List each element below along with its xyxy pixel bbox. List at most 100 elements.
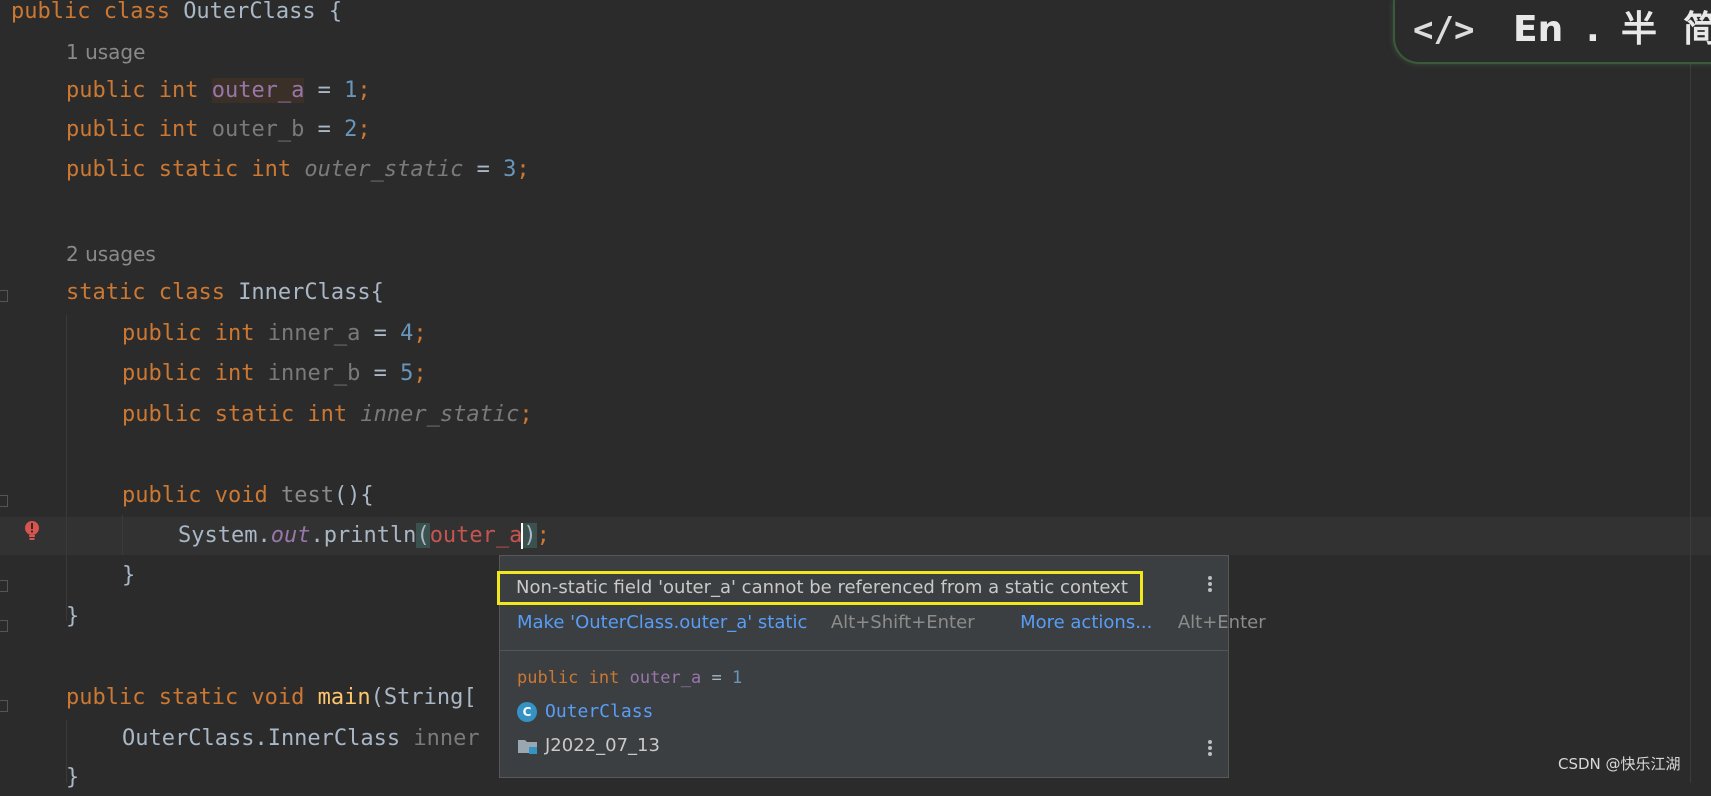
number-literal: 1	[731, 668, 743, 688]
type-reference: OuterClass.InnerClass	[122, 726, 414, 751]
containing-class-link[interactable]: C OuterClass	[517, 699, 653, 725]
error-tooltip-popup[interactable]: Non-static field 'outer_a' cannot be ref…	[497, 555, 1266, 778]
ime-width-toggle[interactable]: 半	[1621, 8, 1657, 52]
ime-language-toggle[interactable]: En	[1513, 8, 1563, 52]
method-call: .println	[310, 523, 417, 548]
fold-marker[interactable]	[0, 620, 8, 632]
fold-marker[interactable]	[0, 290, 8, 302]
more-options-icon[interactable]	[1207, 738, 1213, 758]
method-params: (){	[333, 483, 374, 508]
brace: {	[370, 280, 384, 305]
make-static-action[interactable]: Make 'OuterClass.outer_a' static	[517, 612, 807, 633]
code-mode-icon[interactable]: </>	[1413, 8, 1474, 52]
code-line[interactable]: }	[122, 558, 135, 594]
code-line[interactable]: public int outer_b = 2;	[66, 112, 371, 148]
number-literal: 2	[344, 117, 358, 142]
method-name: test	[280, 483, 334, 508]
indent-guide	[122, 515, 123, 555]
operator: =	[304, 78, 345, 103]
field-name: outer_a	[211, 78, 305, 103]
more-options-icon[interactable]	[1207, 574, 1213, 594]
keyword: public static int	[122, 402, 361, 427]
fold-marker[interactable]	[0, 495, 8, 507]
code-line[interactable]: }	[66, 599, 79, 635]
editor-gutter[interactable]	[0, 0, 10, 783]
brace: {	[315, 0, 343, 24]
semicolon: ;	[413, 361, 427, 386]
code-line[interactable]: public int inner_b = 5;	[122, 356, 427, 392]
paren: )	[523, 523, 537, 548]
semicolon: ;	[357, 78, 371, 103]
module-info: J2022_07_13	[517, 733, 660, 759]
operator: =	[701, 668, 732, 688]
code-line[interactable]: OuterClass.InnerClass inner	[122, 721, 480, 757]
class-name: OuterClass	[545, 701, 654, 722]
field-name: inner_b	[267, 361, 361, 386]
operator: =	[360, 361, 401, 386]
watermark: CSDN @快乐江湖	[1558, 755, 1681, 773]
class-name: OuterClass	[183, 0, 316, 24]
class-reference: System.	[178, 523, 271, 548]
semicolon: ;	[536, 523, 550, 548]
paren: (	[416, 523, 430, 548]
keyword: public static int	[66, 157, 305, 182]
semicolon: ;	[413, 321, 427, 346]
code-line[interactable]: public void test(){	[122, 478, 374, 514]
static-field-reference: out	[270, 523, 311, 548]
keyword: public static void	[66, 685, 318, 710]
field-name: outer_a	[629, 668, 702, 688]
operator: =	[360, 321, 401, 346]
popup-divider	[500, 650, 1228, 651]
editor-right-edge	[1690, 0, 1691, 783]
number-literal: 3	[503, 157, 517, 182]
usage-hint[interactable]: 1 usage	[66, 35, 145, 69]
keyword: public int	[66, 78, 212, 103]
field-name: inner_a	[267, 321, 361, 346]
fold-marker[interactable]	[0, 580, 8, 592]
number-literal: 4	[400, 321, 414, 346]
keyword: public int	[517, 668, 630, 688]
code-line[interactable]: static class InnerClass{	[66, 275, 384, 311]
make-static-shortcut: Alt+Shift+Enter	[830, 612, 975, 633]
keyword: public class	[11, 0, 184, 24]
operator: =	[463, 157, 504, 182]
variable-name: inner	[413, 726, 480, 751]
method-params: (String[	[370, 685, 477, 710]
more-actions-link[interactable]: More actions...	[1020, 612, 1152, 633]
module-folder-icon	[517, 737, 539, 755]
field-declaration: public int outer_a = 1	[517, 666, 742, 690]
code-line[interactable]: public int outer_a = 1;	[66, 73, 371, 109]
error-reference[interactable]: outer_a	[430, 523, 523, 548]
number-literal: 5	[400, 361, 414, 386]
field-name: outer_b	[211, 117, 305, 142]
code-line[interactable]: public static int inner_static;	[122, 397, 533, 433]
keyword: static class	[66, 280, 239, 305]
ime-toolbar[interactable]: </> En . 半 简	[1393, 0, 1711, 64]
semicolon: ;	[516, 157, 530, 182]
quick-fix-row: Make 'OuterClass.outer_a' static Alt+Shi…	[517, 608, 1266, 638]
static-field-name: outer_static	[304, 157, 464, 182]
number-literal: 1	[344, 78, 358, 103]
ime-script-toggle[interactable]: 简	[1683, 8, 1711, 52]
semicolon: ;	[519, 402, 533, 427]
fold-marker[interactable]	[0, 700, 8, 712]
code-line[interactable]: public class OuterClass {	[11, 0, 342, 30]
indent-guide	[66, 315, 67, 621]
code-line[interactable]: public static int outer_static = 3;	[66, 152, 530, 188]
static-field-name: inner_static	[360, 402, 520, 427]
operator: =	[304, 117, 345, 142]
usage-hint[interactable]: 2 usages	[66, 237, 156, 271]
code-line[interactable]: System.out.println(outer_a);	[178, 518, 550, 554]
code-line[interactable]: public static void main(String[	[66, 680, 477, 716]
ime-punctuation-toggle[interactable]: .	[1586, 8, 1600, 52]
error-message: Non-static field 'outer_a' cannot be ref…	[497, 571, 1143, 605]
method-name: main	[317, 685, 371, 710]
keyword: public int	[122, 361, 268, 386]
class-icon: C	[517, 702, 537, 722]
semicolon: ;	[357, 117, 371, 142]
error-bulb-icon[interactable]	[24, 520, 40, 542]
code-line[interactable]: }	[66, 760, 79, 796]
module-name: J2022_07_13	[545, 735, 660, 756]
code-line[interactable]: public int inner_a = 4;	[122, 316, 427, 352]
keyword: public int	[66, 117, 212, 142]
